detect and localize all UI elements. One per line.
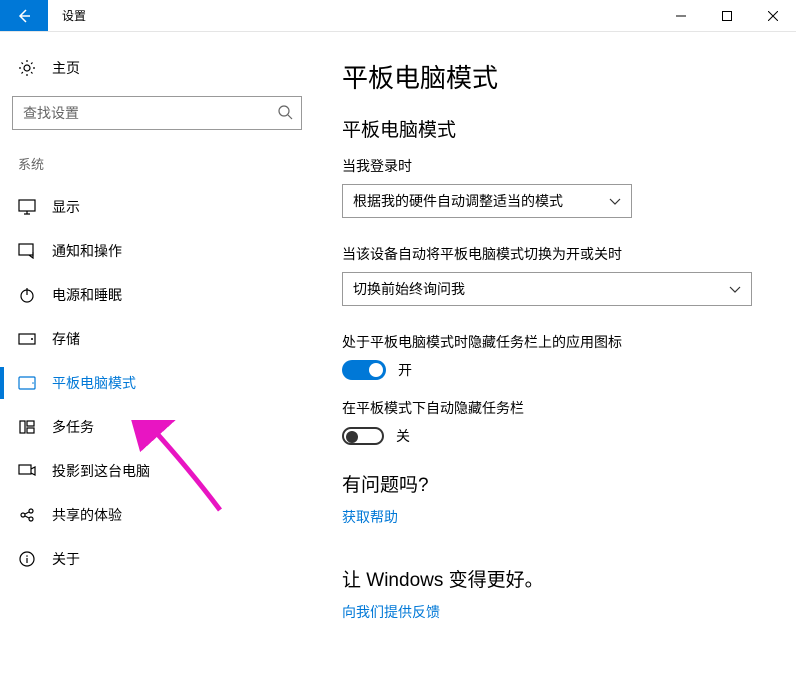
dropdown-signin-behavior[interactable]: 根据我的硬件自动调整适当的模式 [342,184,632,218]
field-label-switch: 当该设备自动将平板电脑模式切换为开或关时 [342,244,768,264]
sidebar-item-shared[interactable]: 共享的体验 [12,493,308,537]
toggle-label-hide-icons: 处于平板电脑模式时隐藏任务栏上的应用图标 [342,332,768,352]
dropdown-value: 切换前始终询问我 [353,279,465,299]
info-icon [18,551,36,567]
sidebar-item-label: 通知和操作 [52,241,122,261]
gear-icon [18,59,36,77]
search-icon [277,104,293,123]
minimize-button[interactable] [658,0,704,31]
sidebar-item-label: 存储 [52,329,80,349]
toggle-auto-hide-taskbar[interactable] [342,427,384,445]
home-button[interactable]: 主页 [12,50,308,86]
sidebar: 主页 系统 显示 通知和操作 电源和睡眠 存储 平板电脑模式 [0,32,320,697]
chevron-down-icon [609,193,621,209]
power-icon [18,287,36,303]
toggle-state-text: 开 [398,360,412,380]
section-title: 平板电脑模式 [342,115,768,142]
sidebar-item-multitask[interactable]: 多任务 [12,405,308,449]
window-controls [658,0,796,31]
share-icon [18,507,36,523]
dropdown-switch-behavior[interactable]: 切换前始终询问我 [342,272,752,306]
toggle-label-hide-taskbar: 在平板模式下自动隐藏任务栏 [342,398,768,418]
tablet-icon [18,376,36,390]
sidebar-item-about[interactable]: 关于 [12,537,308,581]
page-title: 平板电脑模式 [342,58,768,95]
close-button[interactable] [750,0,796,31]
sidebar-item-projecting[interactable]: 投影到这台电脑 [12,449,308,493]
feedback-heading: 让 Windows 变得更好。 [342,565,768,592]
sidebar-item-tablet-mode[interactable]: 平板电脑模式 [12,361,308,405]
sidebar-item-storage[interactable]: 存储 [12,317,308,361]
sidebar-item-label: 显示 [52,197,80,217]
sidebar-item-label: 关于 [52,549,80,569]
arrow-left-icon [16,8,32,24]
sidebar-item-label: 电源和睡眠 [52,285,122,305]
dropdown-value: 根据我的硬件自动调整适当的模式 [353,191,563,211]
sidebar-item-label: 平板电脑模式 [52,373,136,393]
home-label: 主页 [52,58,80,78]
sidebar-item-label: 共享的体验 [52,505,122,525]
help-heading: 有问题吗? [342,470,768,497]
chevron-down-icon [729,281,741,297]
field-label-signin: 当我登录时 [342,156,768,176]
main-content: 平板电脑模式 平板电脑模式 当我登录时 根据我的硬件自动调整适当的模式 当该设备… [320,32,796,697]
monitor-icon [18,199,36,215]
give-feedback-link[interactable]: 向我们提供反馈 [342,602,440,622]
titlebar: 设置 [0,0,796,32]
sidebar-item-label: 投影到这台电脑 [52,461,150,481]
get-help-link[interactable]: 获取帮助 [342,507,398,527]
maximize-button[interactable] [704,0,750,31]
project-icon [18,464,36,478]
sidebar-item-notifications[interactable]: 通知和操作 [12,229,308,273]
toggle-state-text: 关 [396,426,410,446]
sidebar-item-label: 多任务 [52,417,94,437]
sidebar-item-power[interactable]: 电源和睡眠 [12,273,308,317]
search-box[interactable] [12,96,302,130]
multitask-icon [18,420,36,434]
category-label: 系统 [12,150,308,185]
storage-icon [18,333,36,345]
window-title: 设置 [48,0,658,31]
search-input[interactable] [23,105,277,121]
back-button[interactable] [0,0,48,31]
notification-icon [18,243,36,259]
sidebar-item-display[interactable]: 显示 [12,185,308,229]
toggle-hide-app-icons[interactable] [342,360,386,380]
